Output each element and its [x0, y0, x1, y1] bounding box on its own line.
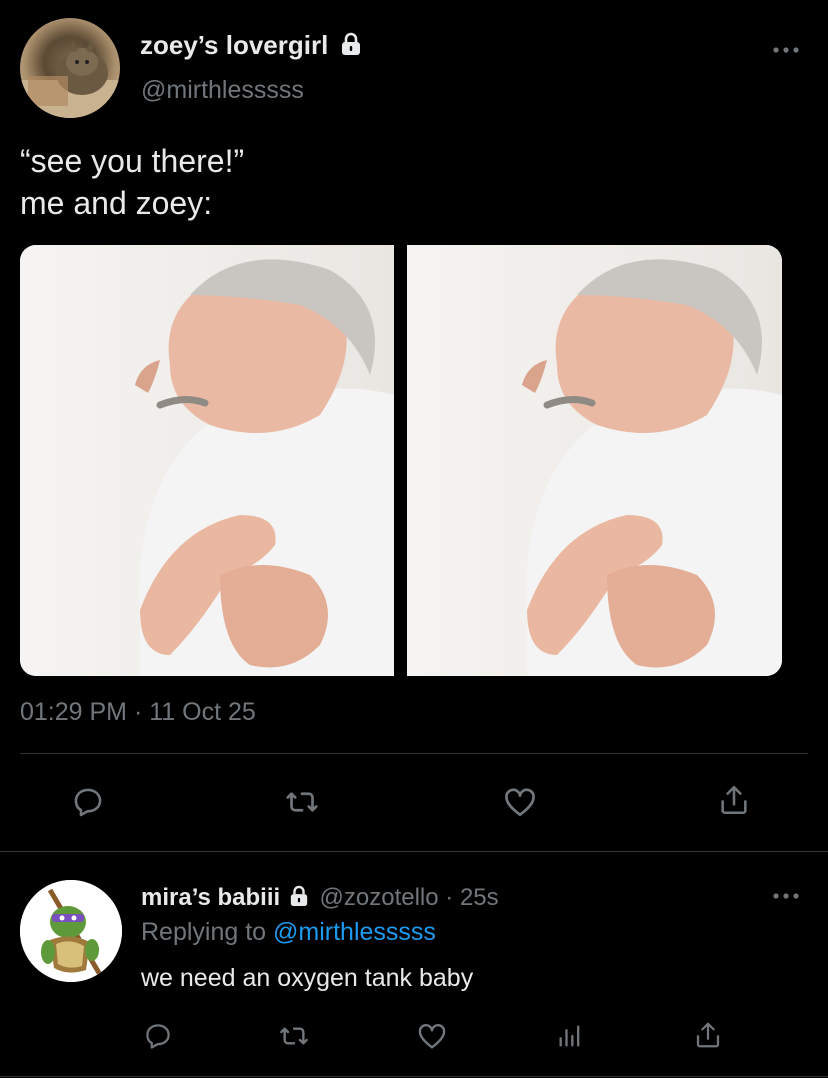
reply-handle[interactable]: @zozotello [320, 884, 439, 911]
heart-icon[interactable] [500, 782, 540, 822]
reply-time: · 25s [445, 884, 499, 911]
tweet-image-2[interactable] [407, 245, 782, 676]
more-options-icon[interactable] [766, 40, 806, 60]
reply-text: we need an oxygen tank baby [141, 964, 474, 992]
divider [20, 753, 808, 754]
divider [0, 851, 828, 852]
share-icon[interactable] [690, 1017, 726, 1053]
reply-icon[interactable] [140, 1018, 176, 1054]
retweet-icon[interactable] [282, 782, 322, 822]
author-handle[interactable]: @mirthlesssss [141, 76, 304, 105]
tweet-text: “see you there!” me and zoey: [20, 140, 244, 224]
reply-display-name[interactable]: mira’s babiii [141, 884, 280, 911]
turtle-avatar-art [20, 880, 122, 982]
heart-icon[interactable] [414, 1018, 450, 1054]
man-holding-chest-image [20, 245, 394, 676]
share-icon[interactable] [714, 780, 754, 820]
replying-to-label: Replying to [141, 918, 267, 946]
reply-icon[interactable] [68, 782, 108, 822]
tweet-image-1[interactable] [20, 245, 394, 676]
reply-avatar[interactable] [20, 880, 122, 982]
lock-icon [289, 885, 309, 914]
tweet-timestamp[interactable]: 01:29 PM · 11 Oct 25 [20, 698, 256, 727]
lock-icon [340, 32, 362, 63]
author-display-name[interactable]: zoey’s lovergirl [140, 30, 328, 60]
man-holding-chest-image [407, 245, 782, 676]
retweet-icon[interactable] [276, 1018, 312, 1054]
cat-avatar-art [20, 40, 120, 118]
author-avatar[interactable] [20, 18, 120, 118]
tweet-text-line-1: “see you there!” [20, 143, 245, 179]
analytics-icon[interactable] [552, 1018, 588, 1054]
reply-more-options-icon[interactable] [766, 886, 806, 906]
tweet-text-line-2: me and zoey: [20, 185, 213, 221]
divider [0, 1076, 828, 1077]
replying-to-handle[interactable]: @mirthlesssss [273, 918, 436, 946]
